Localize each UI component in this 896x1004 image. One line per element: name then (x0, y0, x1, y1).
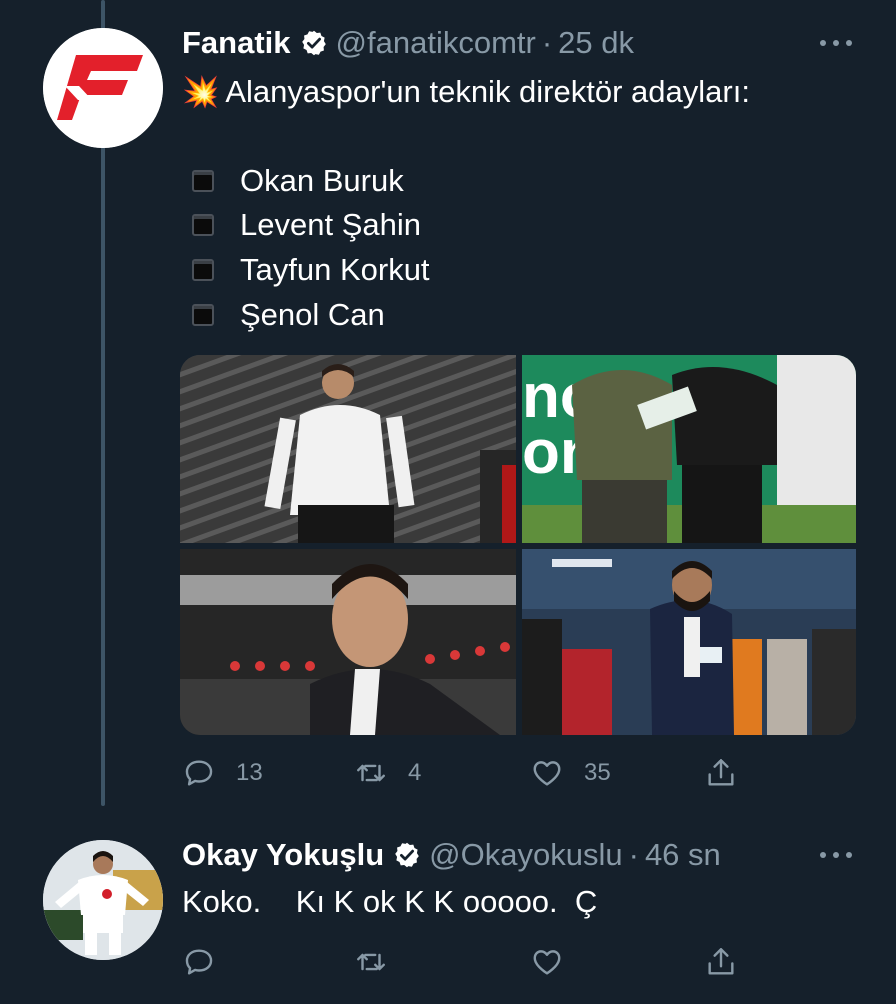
avatar-photo (43, 840, 163, 960)
tweet-actions (182, 942, 742, 982)
black-square-icon (192, 304, 214, 326)
black-square-icon (192, 259, 214, 281)
list-item-text: Levent Şahin (240, 207, 421, 242)
share-icon (708, 948, 734, 975)
verified-badge-icon (395, 842, 419, 868)
list-item: Şenol Can (192, 295, 385, 335)
photo-okan-buruk[interactable] (180, 355, 516, 543)
reply-button[interactable] (182, 942, 216, 982)
share-icon (708, 759, 734, 786)
like-count: 35 (584, 759, 611, 786)
like-button[interactable] (530, 942, 564, 982)
tweet-actions: 13 4 35 (182, 753, 742, 793)
tweet-headline: Alanyaspor'un teknik direktör adayları: (225, 74, 750, 109)
retweet-count: 4 (408, 759, 422, 786)
retweet-icon (357, 764, 385, 782)
author-handle[interactable]: @fanatikcomtr (336, 25, 536, 61)
author-name[interactable]: Okay Yokuşlu (182, 837, 384, 873)
author-handle[interactable]: @Okayokuslu (429, 837, 622, 873)
list-item-text: Okan Buruk (240, 163, 404, 198)
list-item: Levent Şahin (192, 205, 421, 245)
reply-count: 13 (236, 759, 263, 786)
media-grid: no on (180, 355, 856, 735)
tweet-header: Okay Yokuşlu @Okayokuslu · 46 sn (182, 835, 721, 875)
share-button[interactable] (704, 942, 738, 982)
list-item-text: Şenol Can (240, 297, 385, 332)
tweet-timestamp[interactable]: 25 dk (558, 25, 634, 61)
like-icon (533, 950, 561, 975)
author-name[interactable]: Fanatik (182, 25, 291, 61)
more-icon[interactable] (820, 38, 852, 48)
black-square-icon (192, 214, 214, 236)
retweet-button[interactable] (354, 942, 388, 982)
explosion-emoji: 💥 (182, 75, 220, 109)
list-item-text: Tayfun Korkut (240, 252, 430, 287)
like-icon (533, 761, 561, 786)
verified-badge-icon (301, 30, 326, 56)
photo-senol-can[interactable] (522, 549, 856, 735)
reply-icon (185, 760, 213, 786)
like-button[interactable]: 35 (530, 753, 611, 793)
more-icon[interactable] (820, 850, 852, 860)
retweet-button[interactable]: 4 (354, 753, 421, 793)
fanatik-avatar[interactable] (43, 28, 163, 148)
share-button[interactable] (704, 753, 738, 793)
fanatik-logo (43, 28, 163, 148)
tweet-text: Koko. Kı K ok K K ooooo. Ç (182, 884, 598, 919)
photo-tayfun-korkut[interactable] (180, 549, 516, 735)
separator-dot: · (541, 25, 553, 60)
photo-levent-sahin[interactable]: no on (522, 355, 856, 543)
list-item: Okan Buruk (192, 161, 404, 201)
tweet-header: Fanatik @fanatikcomtr · 25 dk (182, 23, 634, 63)
black-square-icon (192, 170, 214, 192)
retweet-icon (357, 953, 385, 971)
tweet-headline-line: 💥 Alanyaspor'un teknik direktör adayları… (182, 72, 750, 112)
separator-dot: · (628, 837, 639, 872)
tweet-timestamp[interactable]: 46 sn (645, 837, 721, 873)
reply-icon (185, 949, 213, 975)
reply-button[interactable]: 13 (182, 753, 263, 793)
list-item: Tayfun Korkut (192, 250, 430, 290)
okay-yokuslu-avatar[interactable] (43, 840, 163, 960)
